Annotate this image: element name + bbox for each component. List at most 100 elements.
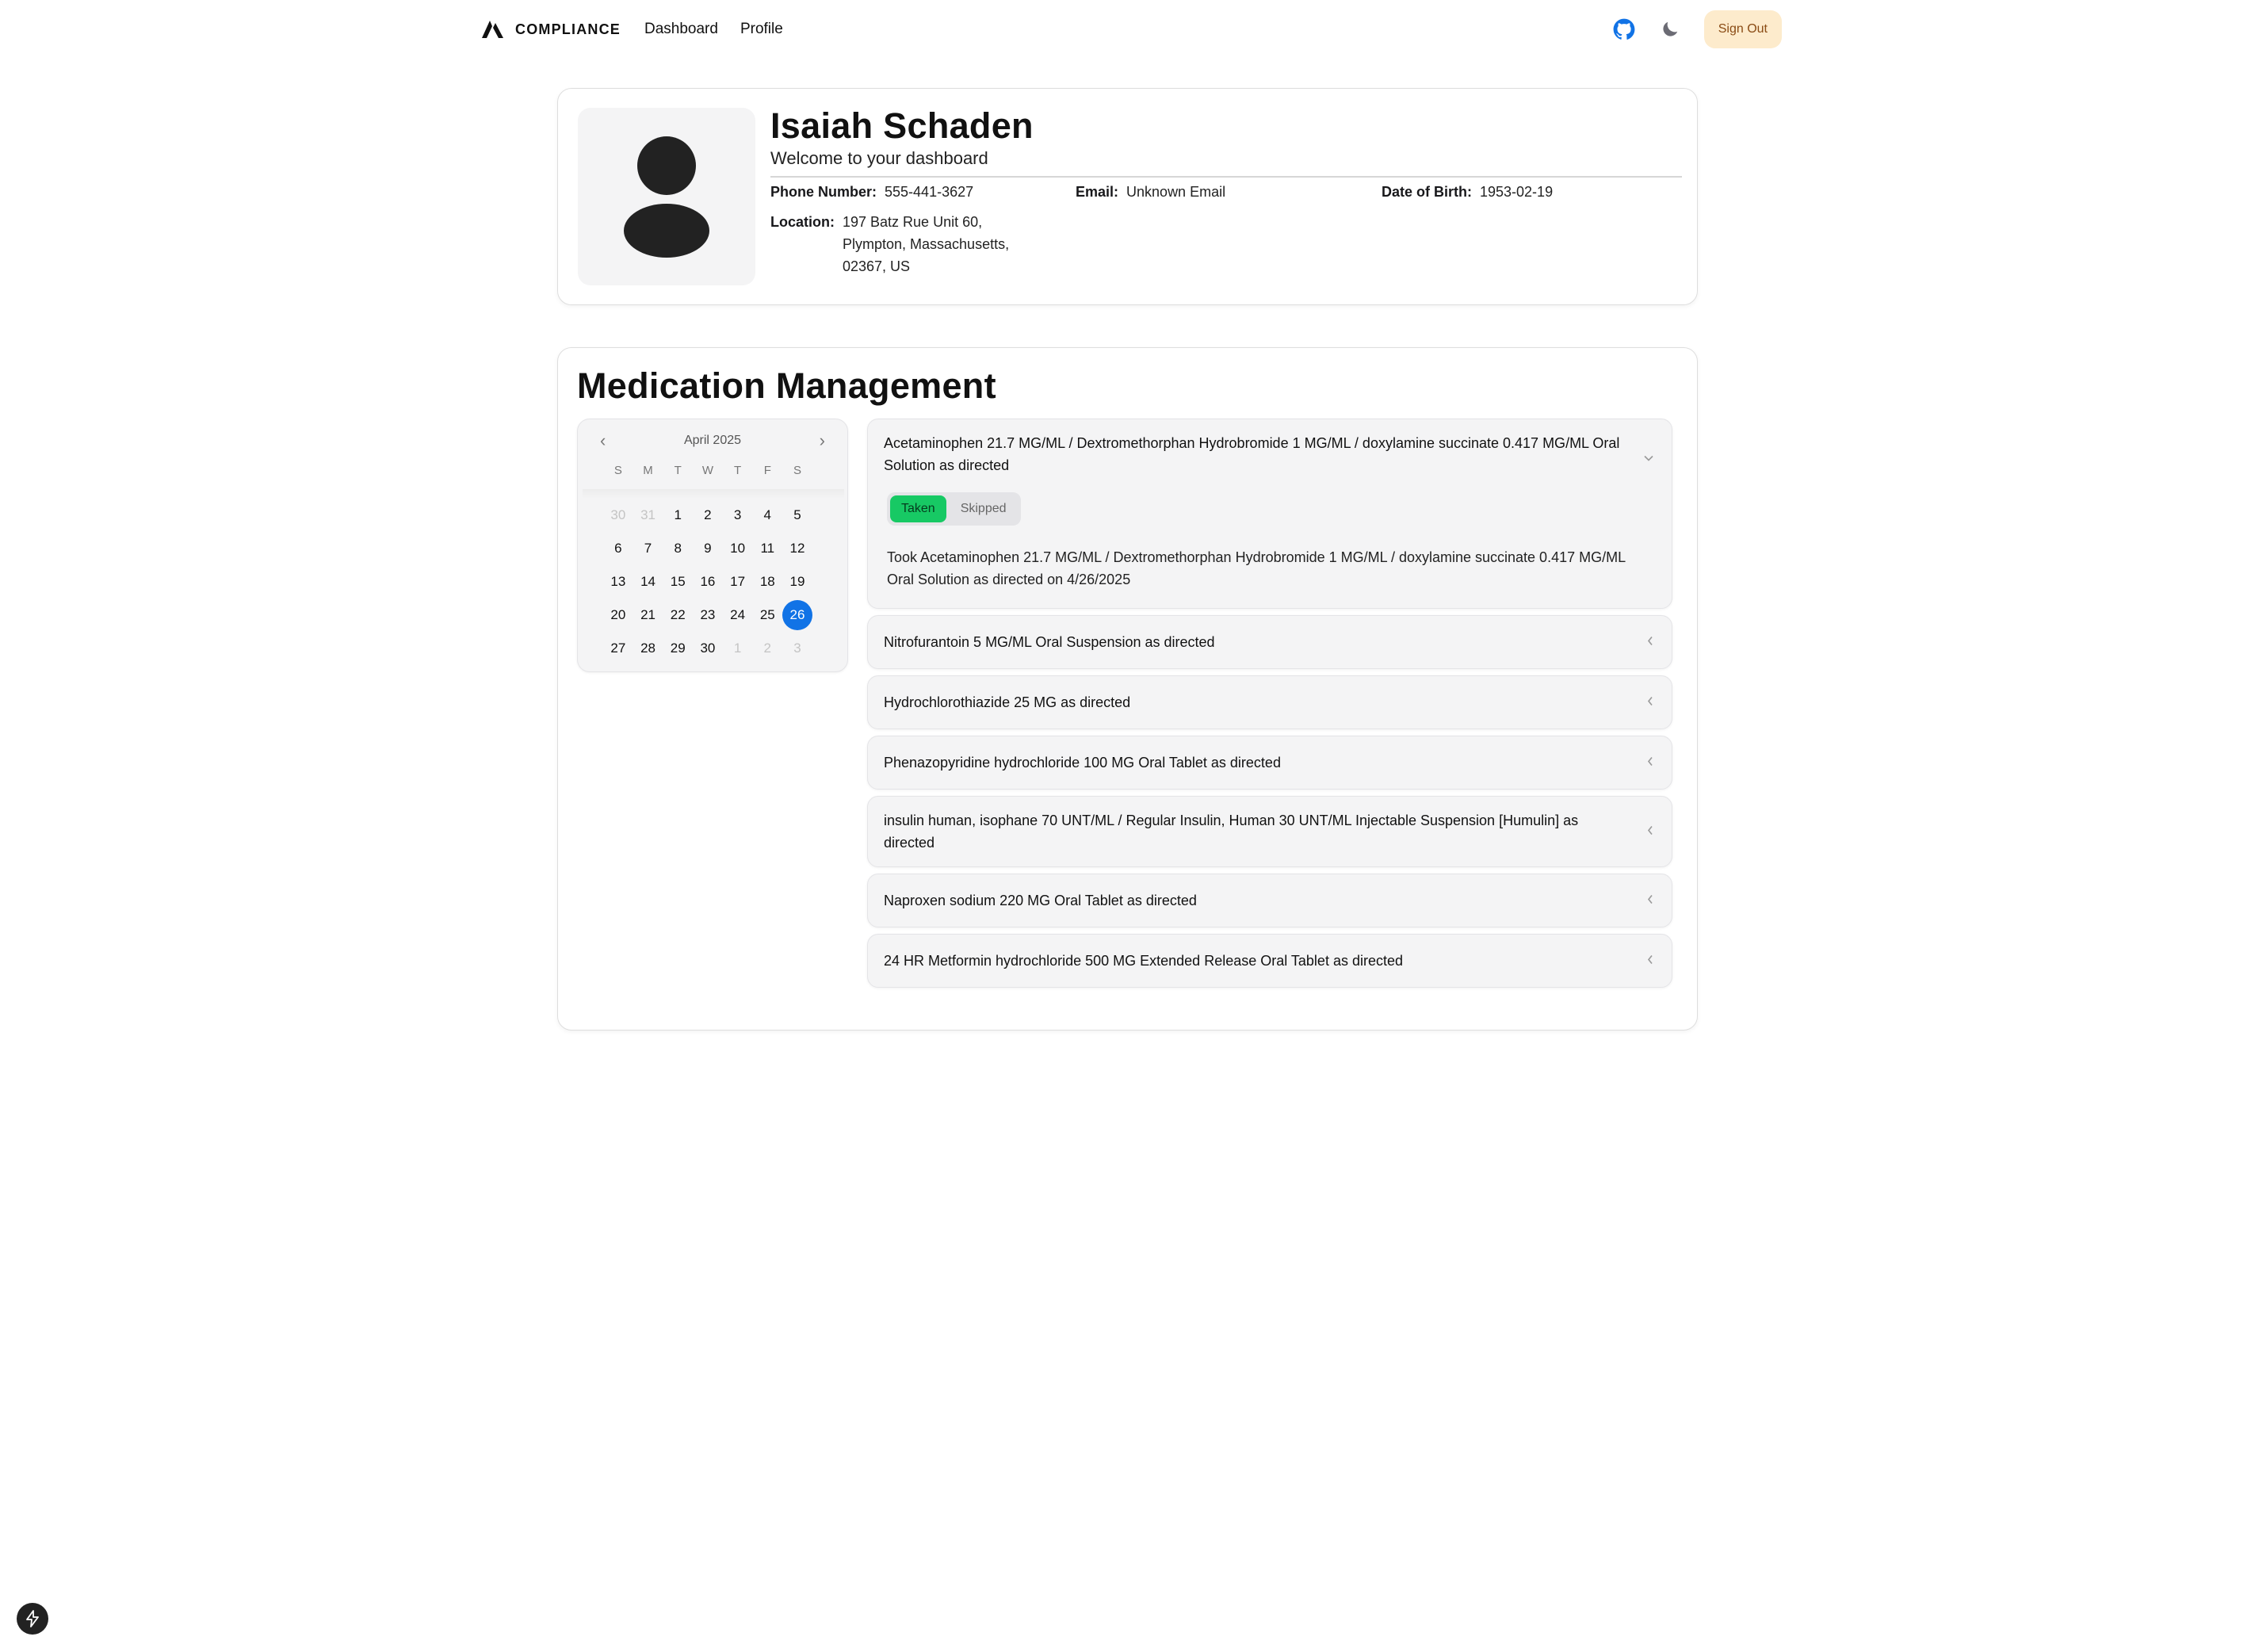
location-value: 197 Batz Rue Unit 60, Plympton, Massachu… [843,213,1010,274]
phone-label: Phone Number: [770,183,877,200]
calendar-day[interactable]: 8 [663,532,693,565]
calendar-day-label: 5 [793,507,801,522]
calendar-day-label: 11 [760,541,775,556]
chevron-left-icon[interactable] [1646,893,1654,909]
medication-item-header[interactable]: insulin human, isophane 70 UNT/ML / Regu… [868,797,1672,866]
medication-item: Acetaminophen 21.7 MG/ML / Dextromethorp… [867,419,1672,609]
calendar-day-label: 10 [730,541,746,556]
calendar-day[interactable]: 21 [633,598,663,632]
calendar-day[interactable]: 30 [693,632,723,665]
chevron-left-icon[interactable]: ‹ [600,432,606,449]
calendar-day-label: 29 [670,641,686,656]
calendar-day-label: 7 [644,541,652,556]
calendar-day[interactable]: 17 [723,565,753,598]
email-label: Email: [1076,183,1119,200]
medication-list: Acetaminophen 21.7 MG/ML / Dextromethorp… [867,419,1672,994]
calendar-day[interactable]: 25 [752,598,782,632]
chevron-left-icon[interactable] [1646,953,1654,969]
phone-value: 555-441-3627 [885,183,974,200]
medication-name: Naproxen sodium 220 MG Oral Tablet as di… [884,893,1197,908]
calendar-day[interactable]: 20 [603,598,633,632]
calendar-day[interactable]: 2 [752,632,782,665]
calendar-day[interactable]: 14 [633,565,663,598]
calendar-month: April 2025 [683,434,742,447]
calendar-day[interactable]: 27 [603,632,633,665]
medication-note: Took Acetaminophen 21.7 MG/ML / Dextrome… [887,549,1626,587]
avatar [578,108,755,285]
status-toggle: Taken Skipped [887,492,1021,526]
calendar-day-label: 27 [610,641,626,656]
email-field: Email: Unknown Email [1076,181,1225,203]
calendar-day[interactable]: 22 [663,598,693,632]
calendar-day[interactable]: 18 [752,565,782,598]
moon-icon[interactable] [1658,17,1682,41]
nav-actions: Sign Out [1612,10,1782,48]
calendar-day[interactable]: 15 [663,565,693,598]
calendar-day[interactable]: 30 [603,499,633,532]
medication-name: Phenazopyridine hydrochloride 100 MG Ora… [884,755,1281,771]
calendar-day[interactable]: 7 [633,532,663,565]
github-icon[interactable] [1612,17,1636,41]
calendar-day-selected[interactable]: 26 [782,598,812,632]
calendar-day[interactable]: 3 [782,632,812,665]
calendar-weekday: F [763,464,771,477]
chevron-left-icon[interactable] [1646,824,1654,840]
nav-link-profile[interactable]: Profile [740,21,783,38]
sign-out-button[interactable]: Sign Out [1703,10,1782,48]
calendar-day[interactable]: 28 [633,632,663,665]
calendar-day[interactable]: 19 [782,565,812,598]
calendar-day[interactable]: 12 [782,532,812,565]
calendar-day-label: 3 [793,641,801,656]
chevron-down-icon[interactable] [1643,449,1654,466]
taken-button[interactable]: Taken [890,495,946,522]
medication-item-header[interactable]: Phenazopyridine hydrochloride 100 MG Ora… [868,736,1672,789]
calendar-day[interactable]: 5 [782,499,812,532]
calendar-day[interactable]: 3 [723,499,753,532]
chevron-right-icon[interactable]: › [820,432,825,449]
calendar-day[interactable]: 11 [752,532,782,565]
logo-icon [482,21,503,38]
bolt-icon[interactable] [17,1603,48,1635]
calendar-day[interactable]: 13 [603,565,633,598]
chevron-left-icon[interactable] [1646,634,1654,651]
location-field: Location: 197 Batz Rue Unit 60, Plympton… [770,211,1041,277]
medication-item: Hydrochlorothiazide 25 MG as directed [867,675,1672,729]
profile-name: Isaiah Schaden [770,105,1034,146]
calendar-day[interactable]: 4 [752,499,782,532]
calendar-day[interactable]: 9 [693,532,723,565]
medication-item-header[interactable]: Acetaminophen 21.7 MG/ML / Dextromethorp… [868,419,1672,489]
calendar-day[interactable]: 31 [633,499,663,532]
nav-link-dashboard[interactable]: Dashboard [644,21,718,38]
calendar-day[interactable]: 16 [693,565,723,598]
calendar-day[interactable]: 2 [693,499,723,532]
calendar-day[interactable]: 1 [723,632,753,665]
chevron-left-icon[interactable] [1646,694,1654,711]
calendar-day[interactable]: 24 [723,598,753,632]
calendar-day[interactable]: 29 [663,632,693,665]
calendar-day[interactable]: 1 [663,499,693,532]
calendar-day-label: 13 [610,574,626,589]
medication-name: Hydrochlorothiazide 25 MG as directed [884,694,1131,710]
calendar-weekday: S [613,464,622,477]
medication-item-header[interactable]: Naproxen sodium 220 MG Oral Tablet as di… [868,874,1672,927]
calendar-day-label: 17 [730,574,746,589]
calendar-day[interactable]: 23 [693,598,723,632]
medication-item-header[interactable]: 24 HR Metformin hydrochloride 500 MG Ext… [868,935,1672,987]
calendar-weekday: T [674,464,682,477]
calendar-day-label: 30 [700,641,716,656]
calendar-day[interactable]: 6 [603,532,633,565]
calendar-day[interactable]: 10 [723,532,753,565]
medication-title: Medication Management [577,365,996,406]
profile-card: Isaiah Schaden Welcome to your dashboard… [557,88,1698,305]
medication-item-header[interactable]: Hydrochlorothiazide 25 MG as directed [868,676,1672,728]
brand[interactable]: COMPLIANCE [482,20,621,39]
chevron-left-icon[interactable] [1646,755,1654,771]
calendar-day-label: 4 [763,507,772,522]
calendar-divider [583,489,844,499]
medication-item-body: Taken Skipped Took Acetaminophen 21.7 MG/M… [868,489,1672,608]
calendar-day-label: 3 [733,507,742,522]
medication-item-header[interactable]: Nitrofurantoin 5 MG/ML Oral Suspension a… [868,616,1672,668]
profile-details: Phone Number: 555-441-3627 Email: Unknow… [770,178,1682,289]
skipped-button[interactable]: Skipped [950,495,1018,522]
calendar-day-label: 23 [700,607,716,622]
